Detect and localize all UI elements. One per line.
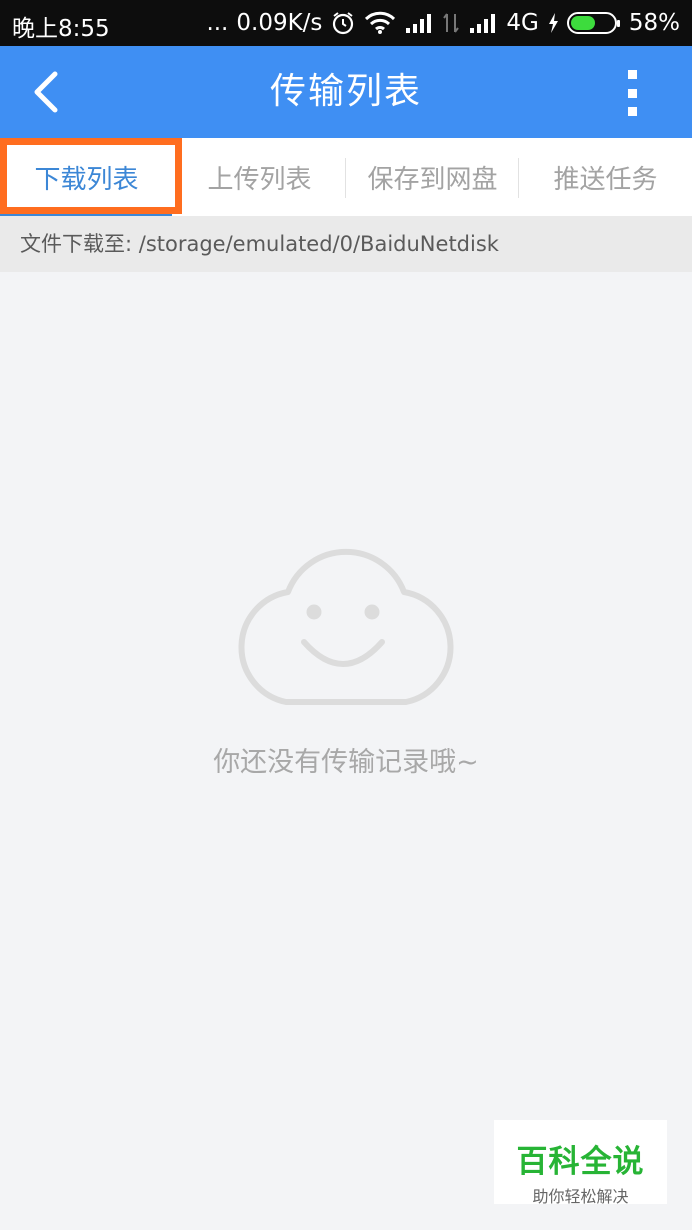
menu-dot <box>627 88 637 98</box>
status-dots: ... <box>206 10 229 36</box>
more-menu-button[interactable] <box>612 70 652 116</box>
battery-icon <box>566 12 620 34</box>
menu-dot <box>627 107 637 116</box>
signal-icon <box>468 12 498 34</box>
network-speed: 0.09K/s <box>236 10 323 36</box>
tab-push-tasks[interactable]: 推送任务 <box>519 138 692 216</box>
data-transfer-icon <box>442 12 460 34</box>
tab-upload-list[interactable]: 上传列表 <box>173 138 346 216</box>
tab-bar: 下载列表 上传列表 保存到网盘 推送任务 <box>0 138 692 216</box>
tab-label: 推送任务 <box>553 164 658 195</box>
highlight-box <box>0 138 182 214</box>
smiling-cloud-icon <box>238 548 454 705</box>
network-type: 4G <box>506 10 539 36</box>
tab-label: 保存到网盘 <box>367 164 498 195</box>
status-icons: ... 0.09K/s 4G 58% <box>206 0 680 46</box>
watermark-subtitle: 助你轻松解决 <box>532 1187 629 1206</box>
download-path: 文件下载至: /storage/emulated/0/BaiduNetdisk <box>0 216 692 272</box>
status-time: 晚上8:55 <box>12 16 110 42</box>
more-vertical-icon <box>627 70 637 79</box>
page-title: 传输列表 <box>269 71 422 112</box>
app-bar: 传输列表 <box>0 46 692 138</box>
tab-download-list[interactable]: 下载列表 <box>0 138 182 216</box>
watermark-title: 百科全说 <box>516 1144 645 1180</box>
alarm-icon <box>330 10 356 36</box>
charging-icon <box>547 12 559 34</box>
tab-save-to-netdisk[interactable]: 保存到网盘 <box>346 138 519 216</box>
empty-message: 你还没有传输记录哦~ <box>213 747 479 778</box>
watermark-logo: 百科全说 助你轻松解决 <box>494 1120 667 1206</box>
tab-label: 上传列表 <box>207 164 312 195</box>
status-bar: 晚上8:55 ... 0.09K/s 4G 58% <box>0 0 692 46</box>
battery-percent: 58% <box>628 10 680 36</box>
battery-fill <box>570 16 596 30</box>
wifi-icon <box>364 11 396 35</box>
signal-icon <box>404 12 434 34</box>
